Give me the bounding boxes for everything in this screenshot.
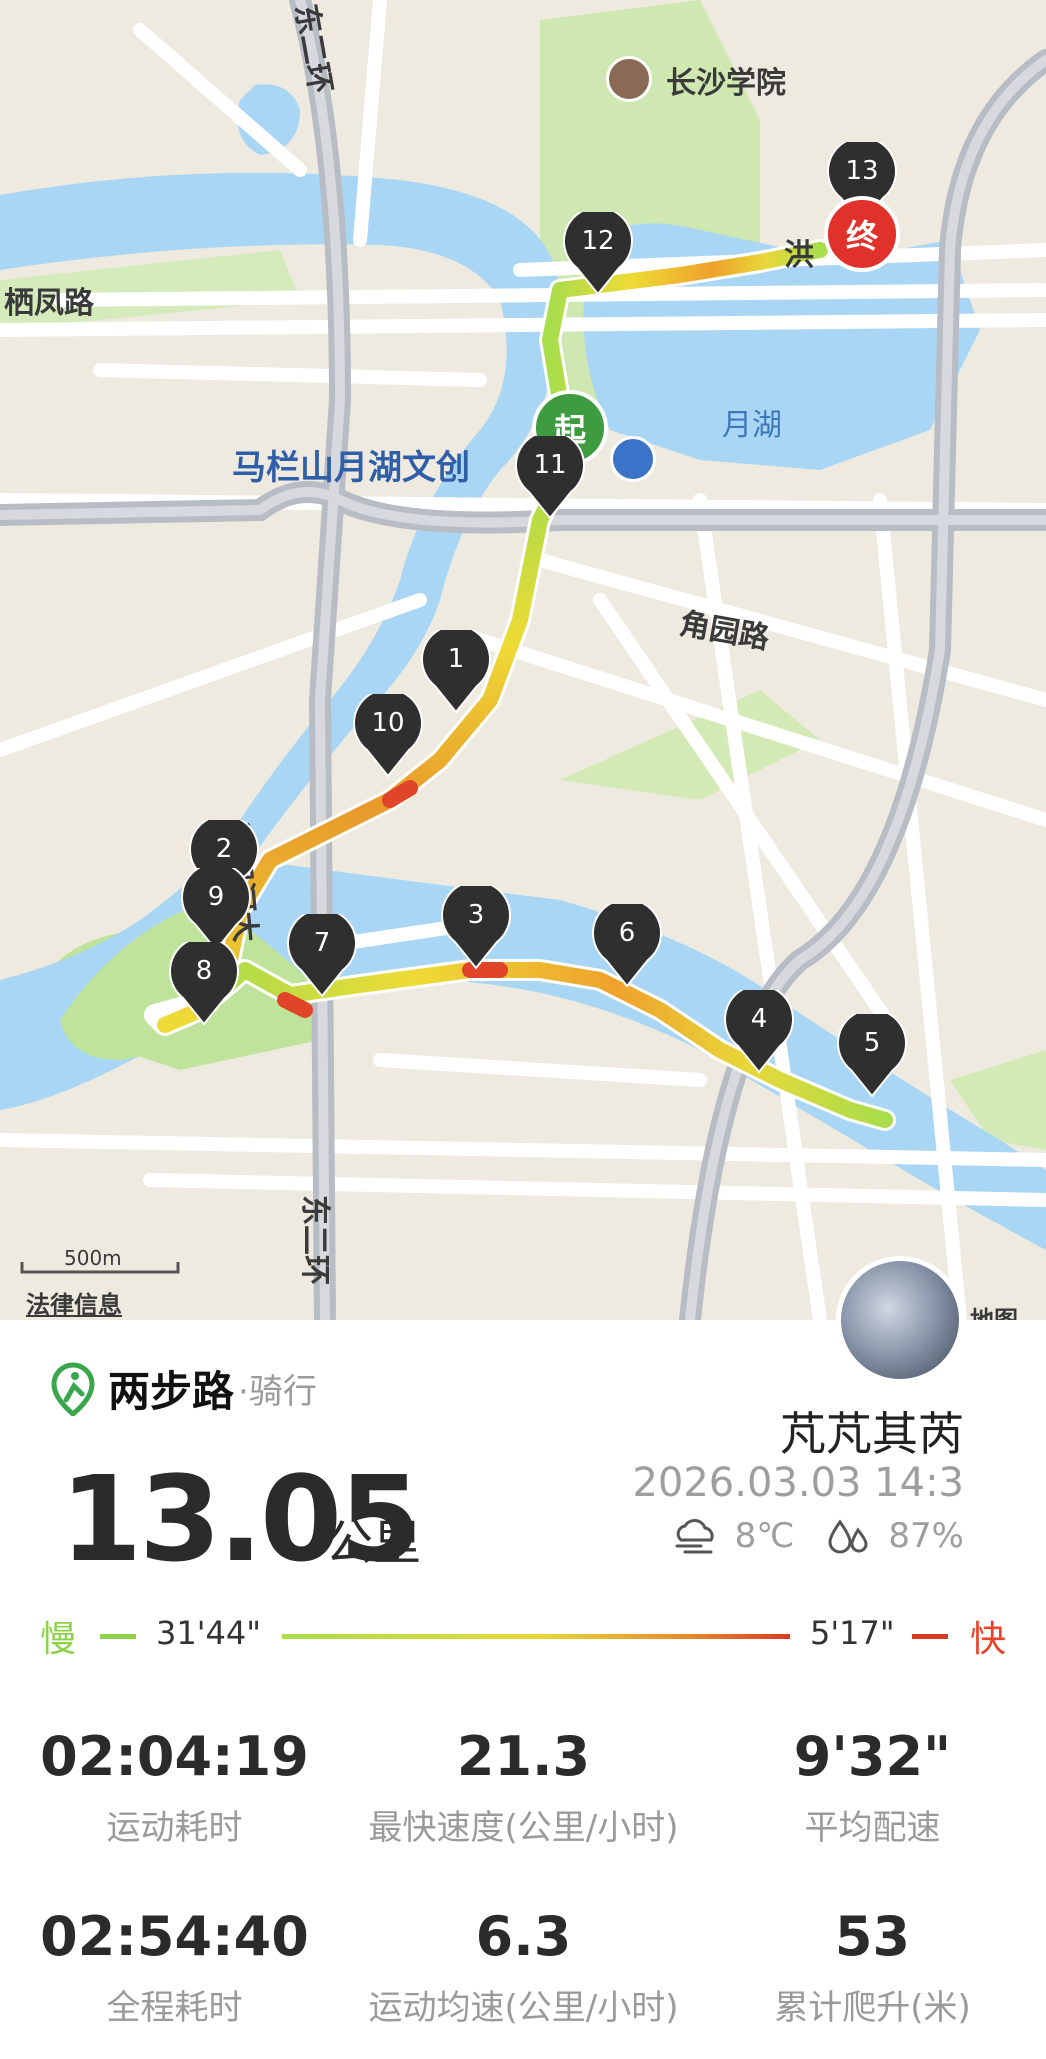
pace-slow-value: 31'44" [156, 1614, 261, 1652]
pace-slow-swatch [100, 1634, 136, 1639]
temperature: 8℃ [734, 1516, 795, 1556]
stat-moving-time: 02:04:19 运动耗时 [0, 1725, 349, 1849]
stat-label: 最快速度(公里/小时) [368, 1808, 679, 1848]
pace-fast-label: 快 [969, 1619, 1006, 1660]
km-marker-6[interactable]: 6 [592, 904, 662, 990]
stat-elevation-gain: 53 累计爬升(米) [698, 1905, 1046, 2029]
map-label-college: 长沙学院 [666, 66, 786, 101]
humidity-icon [828, 1519, 868, 1554]
km-marker-1[interactable]: 1 [421, 630, 491, 716]
map-label-qifeng-road: 栖凤路 [4, 286, 94, 321]
stat-label: 全程耗时 [106, 1988, 243, 2028]
km-marker-4[interactable]: 4 [724, 990, 794, 1076]
activity-summary-panel: 两步路 ·骑行 13.05 公里 芃芃其芮 2026.03.03 14:3 8℃… [0, 1256, 1046, 2059]
college-icon [606, 56, 652, 102]
brand: 两步路 ·骑行 [48, 1358, 317, 1419]
km-marker-11[interactable]: 11 [515, 436, 585, 522]
stat-value: 02:04:19 [40, 1725, 309, 1788]
stat-label: 平均配速 [804, 1808, 941, 1848]
stat-value: 9'32" [793, 1725, 952, 1788]
stat-label: 累计爬升(米) [774, 1988, 971, 2028]
end-marker-overlay[interactable]: 终 [824, 196, 900, 272]
km-marker-8[interactable]: 8 [169, 942, 239, 1028]
stat-value: 02:54:40 [40, 1905, 309, 1968]
stat-total-time: 02:54:40 全程耗时 [0, 1905, 349, 2029]
humidity: 87% [888, 1516, 964, 1556]
pace-legend: 慢 31'44" 5'17" 快 [40, 1610, 1006, 1660]
stat-avg-pace: 9'32" 平均配速 [698, 1725, 1046, 1849]
map-label-malanshan: 马栏山月湖文创 [232, 448, 470, 488]
pace-fast-swatch [912, 1634, 948, 1639]
stat-label: 运动均速(公里/小时) [368, 1988, 679, 2028]
km-marker-10[interactable]: 10 [353, 694, 423, 780]
landmark-icon [610, 436, 656, 482]
distance-unit: 公里 [325, 1515, 422, 1571]
map-scale: 500m [64, 1246, 122, 1270]
map-label-metro: 地图 [970, 1306, 1018, 1320]
stat-avg-speed: 6.3 运动均速(公里/小时) [349, 1905, 698, 2029]
pace-gradient-bar [282, 1634, 790, 1639]
route-map[interactable]: 长沙学院 栖凤路 马栏山月湖文创 月湖 角园路 浏阳河大 东二环 东二环 洪 地… [0, 0, 1046, 1320]
stat-label: 运动耗时 [106, 1808, 243, 1848]
brand-logo-icon [51, 1362, 95, 1416]
km-marker-5[interactable]: 5 [837, 1014, 907, 1100]
username: 芃芃其芮 [780, 1407, 964, 1461]
map-label-hong: 洪 [784, 238, 814, 273]
legal-info-link[interactable]: 法律信息 [26, 1285, 122, 1320]
km-marker-3[interactable]: 3 [441, 886, 511, 972]
cloudy-weather-icon [675, 1519, 714, 1554]
km-marker-12[interactable]: 12 [563, 212, 633, 298]
activity-datetime: 2026.03.03 14:3 [632, 1460, 964, 1506]
activity-type: ·骑行 [238, 1372, 317, 1412]
weather: 8℃ 87% [671, 1516, 964, 1556]
stat-value: 53 [834, 1905, 911, 1968]
stat-value: 21.3 [456, 1725, 591, 1788]
km-marker-7[interactable]: 7 [287, 914, 357, 1000]
map-label-ring-bottom: 东二环 [297, 1195, 332, 1285]
map-label-yuehu: 月湖 [722, 408, 782, 443]
user-avatar[interactable] [836, 1256, 964, 1384]
stat-value: 6.3 [475, 1905, 572, 1968]
brand-name: 两步路 [108, 1367, 235, 1416]
stat-max-speed: 21.3 最快速度(公里/小时) [349, 1725, 698, 1849]
pace-slow-label: 慢 [40, 1619, 77, 1660]
pace-fast-value: 5'17" [810, 1614, 895, 1652]
